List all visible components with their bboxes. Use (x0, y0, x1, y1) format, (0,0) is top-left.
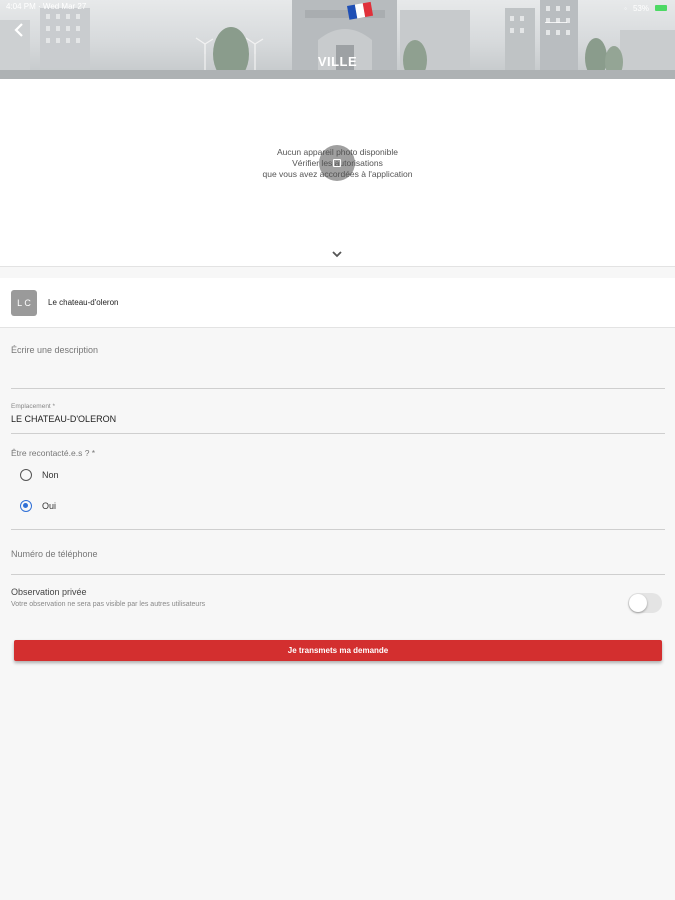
radio-option-oui[interactable]: Oui (20, 500, 56, 512)
contact-underline (11, 529, 665, 530)
description-underline (11, 388, 665, 389)
camera-preview: Aucun appareil photo disponible Vérifier… (0, 79, 675, 267)
private-observation-description: Votre observation ne sera pas visible pa… (11, 601, 206, 608)
status-bar: 4:04 PM · Wed Mar 27 ◦ 53% (6, 2, 667, 14)
radio-non[interactable] (20, 469, 32, 481)
contact-question: Être recontacté.e.s ? * (11, 448, 96, 458)
wifi-icon: ◦ (624, 3, 627, 13)
status-right: ◦ 53% (624, 2, 667, 14)
phone-underline (11, 574, 665, 575)
battery-percent: 53% (632, 3, 649, 13)
private-observation-title: Observation privée (11, 587, 87, 597)
description-input[interactable]: Écrire une description (11, 345, 98, 355)
location-label: Emplacement * (11, 403, 56, 410)
header-divider (545, 22, 567, 23)
phone-input[interactable]: Numéro de téléphone (11, 549, 98, 559)
status-time: 4:04 PM · Wed Mar 27 (6, 2, 87, 11)
location-name: Le chateau-d'oleron (48, 298, 119, 307)
back-button[interactable] (12, 22, 32, 42)
location-card[interactable]: L C Le chateau-d'oleron (0, 278, 675, 328)
radio-non-label: Non (42, 470, 59, 480)
battery-icon (655, 5, 667, 11)
chevron-down-icon[interactable] (331, 249, 343, 259)
location-underline (11, 433, 665, 434)
private-observation-toggle[interactable] (628, 593, 662, 613)
location-field[interactable]: LE CHATEAU-D'OLERON (11, 414, 116, 424)
avatar: L C (11, 290, 37, 316)
app-header: 4:04 PM · Wed Mar 27 ◦ 53% VILLE (0, 0, 675, 79)
radio-oui-label: Oui (42, 501, 57, 511)
chevron-left-icon (14, 23, 23, 37)
page-title: VILLE (317, 54, 358, 69)
submit-button[interactable]: Je transmets ma demande (14, 640, 662, 661)
camera-button[interactable] (319, 145, 355, 181)
toggle-knob (629, 594, 647, 612)
radio-oui[interactable] (20, 500, 32, 512)
camera-icon (333, 159, 341, 167)
radio-option-non[interactable]: Non (20, 469, 59, 481)
